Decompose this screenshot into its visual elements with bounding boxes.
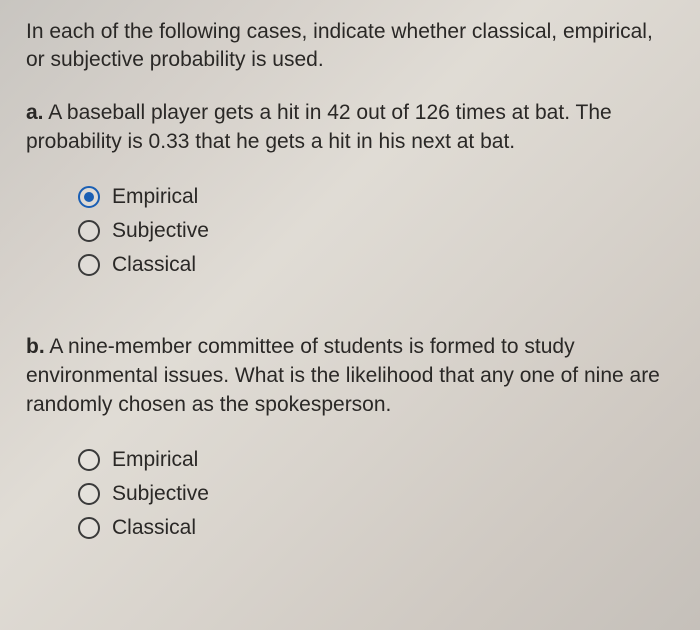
intro-text: In each of the following cases, indicate… [26, 18, 674, 75]
option-a-empirical[interactable]: Empirical [78, 185, 674, 209]
option-a-classical[interactable]: Classical [78, 253, 674, 277]
question-a-options: Empirical Subjective Classical [78, 185, 674, 277]
option-b-classical[interactable]: Classical [78, 516, 674, 540]
radio-icon [78, 517, 100, 539]
question-a-text: a. A baseball player gets a hit in 42 ou… [26, 99, 674, 157]
option-label: Classical [112, 516, 196, 540]
option-b-empirical[interactable]: Empirical [78, 448, 674, 472]
option-label: Empirical [112, 448, 198, 472]
radio-icon [78, 483, 100, 505]
question-b-label: b. [26, 335, 45, 358]
question-b: b. A nine-member committee of students i… [26, 333, 674, 540]
option-b-subjective[interactable]: Subjective [78, 482, 674, 506]
question-a: a. A baseball player gets a hit in 42 ou… [26, 99, 674, 277]
option-label: Empirical [112, 185, 198, 209]
radio-icon [78, 220, 100, 242]
question-a-body: A baseball player gets a hit in 42 out o… [26, 101, 612, 153]
radio-icon [78, 254, 100, 276]
option-label: Classical [112, 253, 196, 277]
question-b-body: A nine-member committee of students is f… [26, 335, 660, 416]
radio-icon [78, 449, 100, 471]
radio-icon [78, 186, 100, 208]
question-b-options: Empirical Subjective Classical [78, 448, 674, 540]
option-a-subjective[interactable]: Subjective [78, 219, 674, 243]
question-a-label: a. [26, 101, 44, 124]
option-label: Subjective [112, 482, 209, 506]
question-b-text: b. A nine-member committee of students i… [26, 333, 674, 420]
option-label: Subjective [112, 219, 209, 243]
quiz-container: In each of the following cases, indicate… [0, 0, 700, 592]
